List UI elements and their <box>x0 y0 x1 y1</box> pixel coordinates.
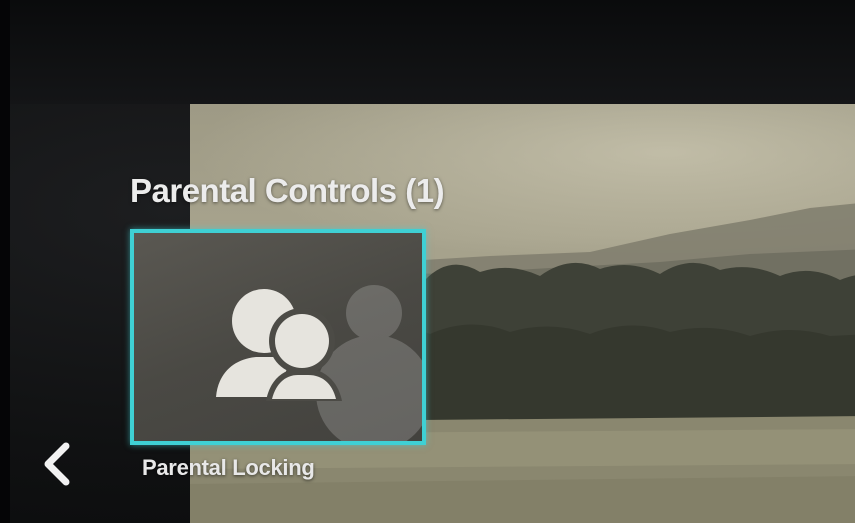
back-button[interactable] <box>36 440 80 488</box>
section-title: Parental Controls (1) <box>130 172 445 209</box>
left-dark-edge <box>0 0 10 523</box>
chevron-left-icon <box>44 442 70 486</box>
top-dark-area <box>0 0 855 104</box>
users-icon <box>216 289 342 401</box>
parental-locking-tile[interactable] <box>130 229 426 445</box>
tile-label: Parental Locking <box>142 455 315 480</box>
tv-settings-screen: Parental Controls (1) Parental Locking <box>0 0 855 523</box>
